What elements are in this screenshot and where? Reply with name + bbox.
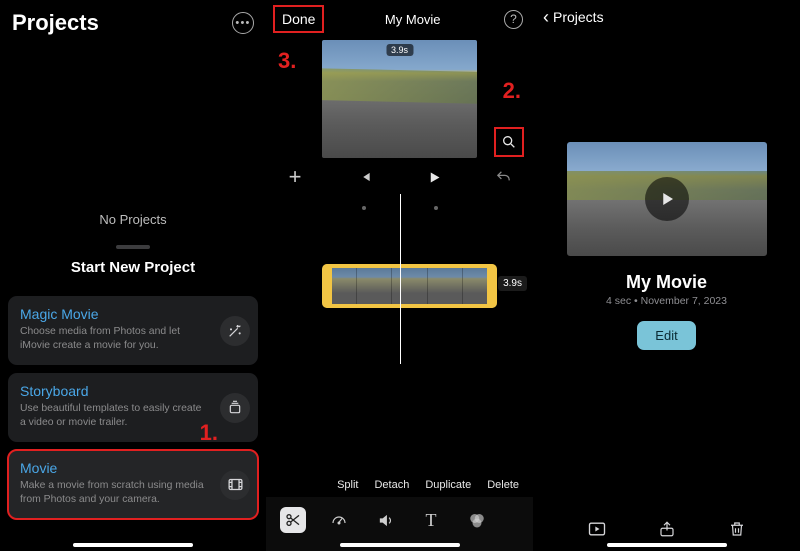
projects-title: Projects bbox=[12, 10, 99, 36]
sheet-grabber[interactable] bbox=[116, 245, 150, 249]
op-duplicate[interactable]: Duplicate bbox=[425, 479, 471, 491]
timeline[interactable]: 3.9s bbox=[266, 194, 533, 374]
no-projects-label: No Projects bbox=[0, 212, 266, 227]
delete-button[interactable] bbox=[725, 517, 749, 541]
project-actions bbox=[533, 517, 800, 541]
project-thumbnail[interactable] bbox=[567, 142, 767, 256]
project-detail-screen: ‹ Projects My Movie 4 sec • November 7, … bbox=[533, 0, 800, 551]
option-magic-movie[interactable]: Magic Movie Choose media from Photos and… bbox=[8, 296, 258, 365]
option-storyboard[interactable]: Storyboard Use beautiful templates to ea… bbox=[8, 373, 258, 442]
projects-list-screen: Projects ••• No Projects Start New Proje… bbox=[0, 0, 266, 551]
editor-title: My Movie bbox=[385, 12, 441, 27]
share-button[interactable] bbox=[655, 517, 679, 541]
projects-header: Projects ••• bbox=[0, 0, 266, 44]
op-delete[interactable]: Delete bbox=[487, 479, 519, 491]
annotation-3: 3. bbox=[278, 48, 296, 74]
chevron-left-icon: ‹ bbox=[543, 8, 549, 26]
titles-tool[interactable]: T bbox=[418, 507, 444, 533]
play-button[interactable] bbox=[423, 166, 445, 188]
more-options-button[interactable]: ••• bbox=[232, 12, 254, 34]
option-movie[interactable]: Movie Make a movie from scratch using me… bbox=[8, 450, 258, 519]
annotation-2: 2. bbox=[503, 78, 521, 104]
option-desc: Make a movie from scratch using media fr… bbox=[20, 479, 210, 507]
edit-operations: Split Detach Duplicate Delete bbox=[266, 473, 533, 497]
project-meta: 4 sec • November 7, 2023 bbox=[533, 295, 800, 307]
option-desc: Choose media from Photos and let iMovie … bbox=[20, 325, 210, 353]
help-button[interactable]: ? bbox=[504, 10, 523, 29]
home-indicator[interactable] bbox=[607, 543, 727, 547]
op-detach[interactable]: Detach bbox=[374, 479, 409, 491]
scissors-tool[interactable] bbox=[280, 507, 306, 533]
speed-tool[interactable] bbox=[326, 507, 352, 533]
option-label: Magic Movie bbox=[20, 306, 210, 322]
timeline-duration-label: 3.9s bbox=[498, 276, 527, 291]
editor-header: Done My Movie ? bbox=[266, 0, 533, 34]
wand-icon bbox=[220, 316, 250, 346]
playback-controls: + bbox=[266, 154, 533, 194]
add-media-button[interactable]: + bbox=[284, 166, 306, 188]
home-indicator[interactable] bbox=[340, 543, 460, 547]
film-icon bbox=[220, 470, 250, 500]
option-label: Movie bbox=[20, 460, 210, 476]
editor-bottom-bar: Split Detach Duplicate Delete T bbox=[266, 473, 533, 551]
start-new-project-heading: Start New Project bbox=[0, 259, 266, 276]
storyboard-icon bbox=[220, 393, 250, 423]
skip-start-button[interactable] bbox=[354, 166, 376, 188]
op-split[interactable]: Split bbox=[337, 479, 358, 491]
back-button[interactable]: ‹ Projects bbox=[533, 0, 800, 34]
editor-screen: Done My Movie ? 3. 3.9s 2. + 3.9s S bbox=[266, 0, 533, 551]
back-label: Projects bbox=[553, 9, 604, 25]
clip-duration-label: 3.9s bbox=[386, 44, 413, 56]
playhead[interactable] bbox=[400, 194, 402, 364]
option-label: Storyboard bbox=[20, 383, 210, 399]
zoom-button[interactable] bbox=[497, 130, 521, 154]
done-button[interactable]: Done bbox=[276, 8, 321, 30]
home-indicator[interactable] bbox=[73, 543, 193, 547]
filters-tool[interactable] bbox=[464, 507, 490, 533]
timeline-clip[interactable] bbox=[322, 264, 497, 308]
play-project-button[interactable] bbox=[585, 517, 609, 541]
project-title: My Movie bbox=[533, 272, 800, 293]
volume-tool[interactable] bbox=[372, 507, 398, 533]
edit-button[interactable]: Edit bbox=[637, 321, 695, 350]
option-desc: Use beautiful templates to easily create… bbox=[20, 402, 210, 430]
undo-button[interactable] bbox=[493, 166, 515, 188]
play-overlay-button[interactable] bbox=[645, 177, 689, 221]
